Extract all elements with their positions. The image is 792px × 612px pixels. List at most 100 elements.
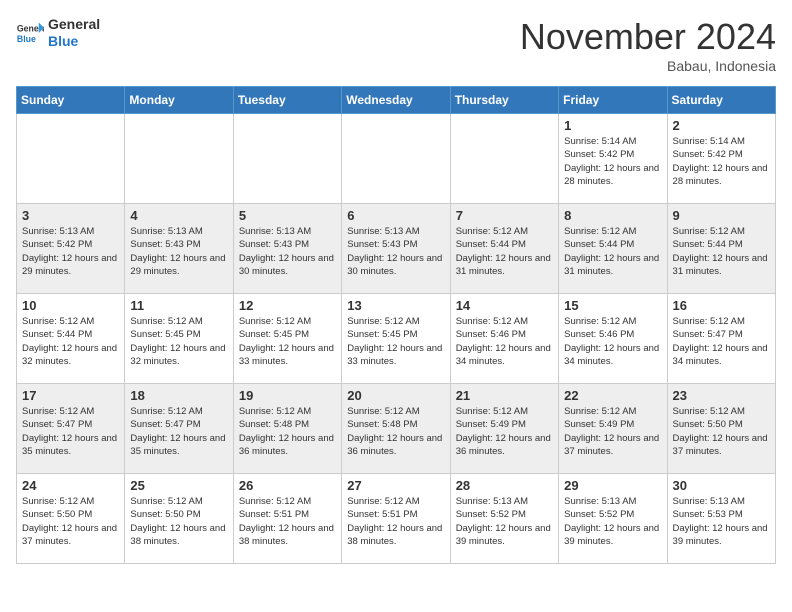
day-number: 27	[347, 478, 444, 493]
day-info: Sunrise: 5:12 AM Sunset: 5:45 PM Dayligh…	[239, 315, 336, 368]
day-number: 15	[564, 298, 661, 313]
day-info: Sunrise: 5:13 AM Sunset: 5:52 PM Dayligh…	[456, 495, 553, 548]
calendar-cell: 8 Sunrise: 5:12 AM Sunset: 5:44 PM Daylig…	[559, 204, 667, 294]
day-info: Sunrise: 5:12 AM Sunset: 5:44 PM Dayligh…	[456, 225, 553, 278]
calendar-cell: 17 Sunrise: 5:12 AM Sunset: 5:47 PM Dayli…	[17, 384, 125, 474]
page-header: General Blue General Blue November 2024 …	[16, 16, 776, 74]
svg-text:Blue: Blue	[17, 34, 36, 44]
day-info: Sunrise: 5:12 AM Sunset: 5:45 PM Dayligh…	[130, 315, 227, 368]
day-info: Sunrise: 5:12 AM Sunset: 5:44 PM Dayligh…	[564, 225, 661, 278]
day-number: 2	[673, 118, 770, 133]
calendar-cell: 10 Sunrise: 5:12 AM Sunset: 5:44 PM Dayli…	[17, 294, 125, 384]
calendar-cell: 19 Sunrise: 5:12 AM Sunset: 5:48 PM Dayli…	[233, 384, 341, 474]
day-info: Sunrise: 5:13 AM Sunset: 5:53 PM Dayligh…	[673, 495, 770, 548]
day-info: Sunrise: 5:12 AM Sunset: 5:44 PM Dayligh…	[22, 315, 119, 368]
weekday-header-wednesday: Wednesday	[342, 87, 450, 114]
day-number: 20	[347, 388, 444, 403]
calendar-cell: 29 Sunrise: 5:13 AM Sunset: 5:52 PM Dayli…	[559, 474, 667, 564]
weekday-header-friday: Friday	[559, 87, 667, 114]
calendar-cell	[450, 114, 558, 204]
title-block: November 2024 Babau, Indonesia	[520, 16, 776, 74]
calendar-cell: 25 Sunrise: 5:12 AM Sunset: 5:50 PM Dayli…	[125, 474, 233, 564]
calendar-cell: 3 Sunrise: 5:13 AM Sunset: 5:42 PM Daylig…	[17, 204, 125, 294]
day-info: Sunrise: 5:12 AM Sunset: 5:46 PM Dayligh…	[456, 315, 553, 368]
calendar-cell: 30 Sunrise: 5:13 AM Sunset: 5:53 PM Dayli…	[667, 474, 775, 564]
calendar-cell: 20 Sunrise: 5:12 AM Sunset: 5:48 PM Dayli…	[342, 384, 450, 474]
calendar-cell: 16 Sunrise: 5:12 AM Sunset: 5:47 PM Dayli…	[667, 294, 775, 384]
day-info: Sunrise: 5:13 AM Sunset: 5:42 PM Dayligh…	[22, 225, 119, 278]
day-number: 5	[239, 208, 336, 223]
weekday-header-sunday: Sunday	[17, 87, 125, 114]
calendar-cell: 11 Sunrise: 5:12 AM Sunset: 5:45 PM Dayli…	[125, 294, 233, 384]
day-number: 18	[130, 388, 227, 403]
day-number: 29	[564, 478, 661, 493]
calendar-cell: 2 Sunrise: 5:14 AM Sunset: 5:42 PM Daylig…	[667, 114, 775, 204]
day-info: Sunrise: 5:12 AM Sunset: 5:49 PM Dayligh…	[456, 405, 553, 458]
calendar-cell: 18 Sunrise: 5:12 AM Sunset: 5:47 PM Dayli…	[125, 384, 233, 474]
calendar-cell: 7 Sunrise: 5:12 AM Sunset: 5:44 PM Daylig…	[450, 204, 558, 294]
day-number: 19	[239, 388, 336, 403]
day-info: Sunrise: 5:12 AM Sunset: 5:47 PM Dayligh…	[673, 315, 770, 368]
day-info: Sunrise: 5:12 AM Sunset: 5:47 PM Dayligh…	[130, 405, 227, 458]
day-info: Sunrise: 5:12 AM Sunset: 5:48 PM Dayligh…	[239, 405, 336, 458]
day-info: Sunrise: 5:13 AM Sunset: 5:43 PM Dayligh…	[130, 225, 227, 278]
calendar-cell: 9Sunrise: 5:12 AM Sunset: 5:44 PM Daylig…	[667, 204, 775, 294]
logo-blue: Blue	[48, 33, 100, 50]
day-info: Sunrise: 5:12 AM Sunset: 5:45 PM Dayligh…	[347, 315, 444, 368]
calendar-cell: 5 Sunrise: 5:13 AM Sunset: 5:43 PM Daylig…	[233, 204, 341, 294]
day-number: 13	[347, 298, 444, 313]
day-info: Sunrise: 5:12 AM Sunset: 5:50 PM Dayligh…	[130, 495, 227, 548]
day-info: Sunrise: 5:12 AM Sunset: 5:51 PM Dayligh…	[347, 495, 444, 548]
day-info: Sunrise: 5:12 AM Sunset: 5:51 PM Dayligh…	[239, 495, 336, 548]
calendar-week-row: 1 Sunrise: 5:14 AM Sunset: 5:42 PM Daylig…	[17, 114, 776, 204]
calendar-cell: 6Sunrise: 5:13 AM Sunset: 5:43 PM Daylig…	[342, 204, 450, 294]
day-info: Sunrise: 5:13 AM Sunset: 5:43 PM Dayligh…	[239, 225, 336, 278]
day-info: Sunrise: 5:13 AM Sunset: 5:52 PM Dayligh…	[564, 495, 661, 548]
calendar-header-row: SundayMondayTuesdayWednesdayThursdayFrid…	[17, 87, 776, 114]
calendar-cell: 23Sunrise: 5:12 AM Sunset: 5:50 PM Dayli…	[667, 384, 775, 474]
day-number: 25	[130, 478, 227, 493]
day-info: Sunrise: 5:14 AM Sunset: 5:42 PM Dayligh…	[673, 135, 770, 188]
day-number: 16	[673, 298, 770, 313]
calendar-cell	[17, 114, 125, 204]
calendar-cell: 12 Sunrise: 5:12 AM Sunset: 5:45 PM Dayli…	[233, 294, 341, 384]
day-number: 21	[456, 388, 553, 403]
day-info: Sunrise: 5:12 AM Sunset: 5:49 PM Dayligh…	[564, 405, 661, 458]
day-info: Sunrise: 5:12 AM Sunset: 5:47 PM Dayligh…	[22, 405, 119, 458]
calendar-cell: 13 Sunrise: 5:12 AM Sunset: 5:45 PM Dayli…	[342, 294, 450, 384]
logo-icon: General Blue	[16, 19, 44, 47]
day-info: Sunrise: 5:12 AM Sunset: 5:48 PM Dayligh…	[347, 405, 444, 458]
day-number: 8	[564, 208, 661, 223]
day-number: 9	[673, 208, 770, 223]
weekday-header-saturday: Saturday	[667, 87, 775, 114]
calendar-cell: 27 Sunrise: 5:12 AM Sunset: 5:51 PM Dayli…	[342, 474, 450, 564]
calendar-cell: 14 Sunrise: 5:12 AM Sunset: 5:46 PM Dayli…	[450, 294, 558, 384]
day-number: 17	[22, 388, 119, 403]
calendar-cell: 1Sunrise: 5:14 AM Sunset: 5:42 PM Daylig…	[559, 114, 667, 204]
day-number: 24	[22, 478, 119, 493]
calendar-week-row: 24 Sunrise: 5:12 AM Sunset: 5:50 PM Dayli…	[17, 474, 776, 564]
day-number: 7	[456, 208, 553, 223]
day-number: 14	[456, 298, 553, 313]
day-number: 30	[673, 478, 770, 493]
weekday-header-tuesday: Tuesday	[233, 87, 341, 114]
calendar-cell: 22Sunrise: 5:12 AM Sunset: 5:49 PM Dayli…	[559, 384, 667, 474]
logo: General Blue General Blue	[16, 16, 100, 50]
calendar-week-row: 10 Sunrise: 5:12 AM Sunset: 5:44 PM Dayli…	[17, 294, 776, 384]
weekday-header-thursday: Thursday	[450, 87, 558, 114]
day-number: 28	[456, 478, 553, 493]
day-number: 1	[564, 118, 661, 133]
calendar-cell	[233, 114, 341, 204]
calendar-cell: 24Sunrise: 5:12 AM Sunset: 5:50 PM Dayli…	[17, 474, 125, 564]
calendar-cell: 21 Sunrise: 5:12 AM Sunset: 5:49 PM Dayli…	[450, 384, 558, 474]
day-number: 11	[130, 298, 227, 313]
location: Babau, Indonesia	[520, 58, 776, 74]
month-title: November 2024	[520, 16, 776, 58]
day-info: Sunrise: 5:13 AM Sunset: 5:43 PM Dayligh…	[347, 225, 444, 278]
day-number: 10	[22, 298, 119, 313]
day-number: 12	[239, 298, 336, 313]
calendar-cell: 28 Sunrise: 5:13 AM Sunset: 5:52 PM Dayli…	[450, 474, 558, 564]
calendar-cell: 26Sunrise: 5:12 AM Sunset: 5:51 PM Dayli…	[233, 474, 341, 564]
calendar-week-row: 3 Sunrise: 5:13 AM Sunset: 5:42 PM Daylig…	[17, 204, 776, 294]
day-number: 3	[22, 208, 119, 223]
